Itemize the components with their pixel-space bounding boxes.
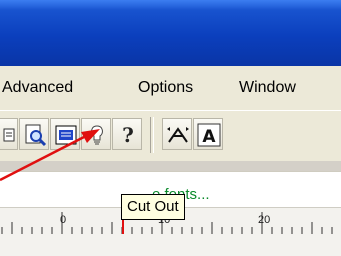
annotation-arrow — [0, 129, 100, 182]
screenshot-crop: Advanced Options Window ? A fonts... 0 1… — [0, 0, 341, 256]
